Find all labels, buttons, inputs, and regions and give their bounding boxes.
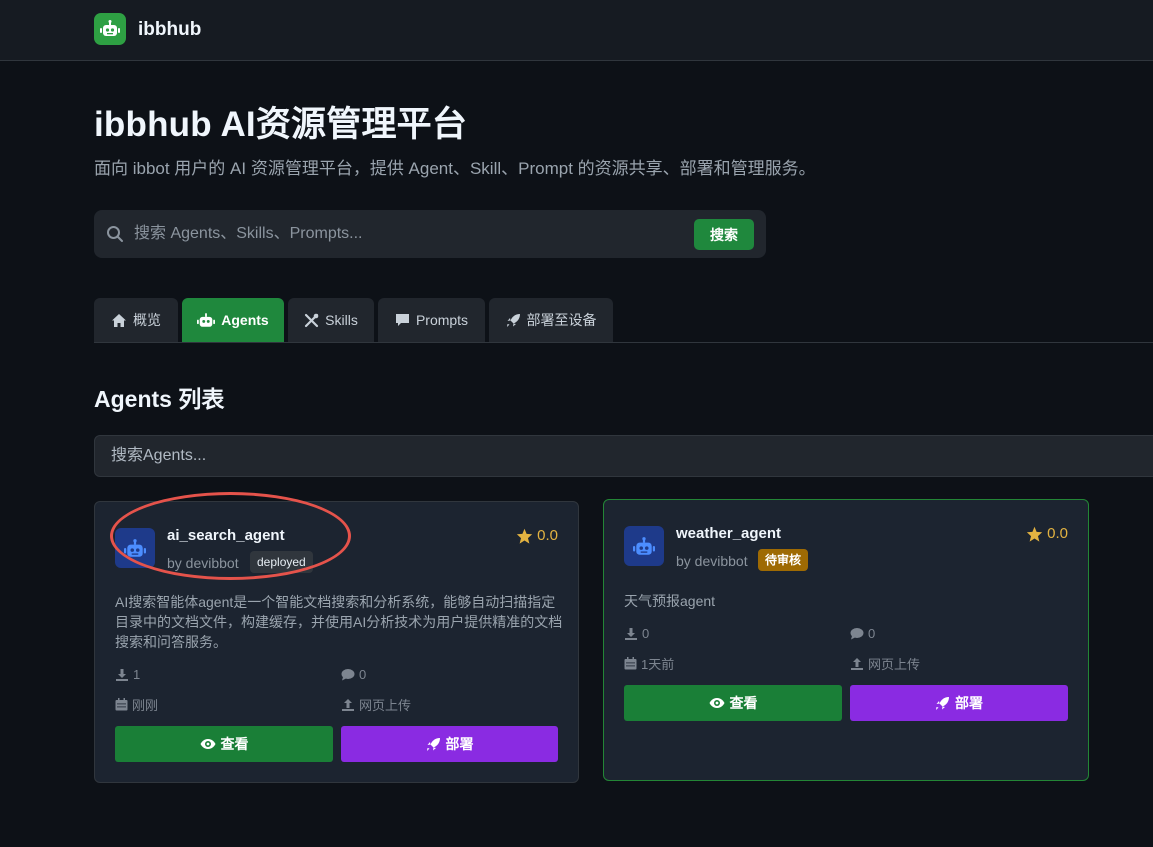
page-title: ibbhub AI资源管理平台 xyxy=(94,105,468,144)
agent-avatar-robot-icon xyxy=(624,526,664,566)
download-icon xyxy=(625,627,637,640)
tab-prompts[interactable]: Prompts xyxy=(378,298,485,342)
tab-overview[interactable]: 概览 xyxy=(94,298,178,342)
calendar-icon xyxy=(624,657,637,670)
brand-logo-robot-icon[interactable] xyxy=(94,13,126,45)
global-search-bar: 搜索 xyxy=(94,210,766,258)
agent-author: by devibbot xyxy=(676,553,748,569)
download-icon xyxy=(116,668,128,681)
tab-agents[interactable]: Agents xyxy=(182,298,284,342)
star-icon xyxy=(516,528,533,544)
tab-label: Skills xyxy=(325,312,358,328)
search-icon xyxy=(107,226,123,242)
agent-rating: 0.0 xyxy=(1026,525,1068,542)
time-text: 1天前 xyxy=(641,657,675,672)
tabs-divider xyxy=(94,342,1153,343)
source-stat: 网页上传 xyxy=(341,695,411,714)
agent-name[interactable]: ai_search_agent xyxy=(167,527,285,544)
view-button-label: 查看 xyxy=(220,736,249,752)
time-stat: 1天前 xyxy=(624,654,674,673)
view-button[interactable]: 查看 xyxy=(115,726,333,762)
tab-deploy-to-device[interactable]: 部署至设备 xyxy=(489,298,613,342)
tab-label: 概览 xyxy=(133,312,161,328)
rating-value: 0.0 xyxy=(1047,525,1068,542)
agent-card: weather_agent by devibbot 待审核 0.0 天气预报ag… xyxy=(603,499,1089,781)
deploy-button[interactable]: 部署 xyxy=(341,726,558,762)
comment-icon xyxy=(850,628,864,640)
agent-rating: 0.0 xyxy=(516,527,558,544)
tools-icon xyxy=(305,313,319,327)
global-search-input[interactable] xyxy=(134,218,674,250)
deploy-button[interactable]: 部署 xyxy=(850,685,1068,721)
robot-icon xyxy=(197,312,216,327)
section-title: Agents 列表 xyxy=(94,386,225,412)
agent-search-input[interactable] xyxy=(94,435,1153,477)
comments-count: 0 xyxy=(359,667,367,682)
calendar-icon xyxy=(115,698,128,711)
downloads-stat: 0 xyxy=(624,626,649,641)
agent-card: ai_search_agent by devibbot deployed 0.0… xyxy=(94,501,579,783)
comment-icon xyxy=(341,669,355,681)
star-icon xyxy=(1026,526,1043,542)
tab-label: Prompts xyxy=(415,312,469,328)
brand-name[interactable]: ibbhub xyxy=(138,19,201,41)
time-text: 刚刚 xyxy=(132,698,159,713)
deploy-button-label: 部署 xyxy=(955,695,983,711)
rocket-icon xyxy=(936,696,949,710)
tab-label: Agents xyxy=(221,312,269,328)
source-text: 网页上传 xyxy=(359,698,412,713)
agent-avatar-robot-icon xyxy=(115,528,155,568)
deploy-button-label: 部署 xyxy=(445,736,474,752)
agent-description: AI搜索智能体agent是一个智能文档搜索和分析系统，能够自动扫描指定目录中的文… xyxy=(115,594,563,650)
top-navbar: ibbhub xyxy=(0,0,1153,61)
upload-icon xyxy=(851,657,863,670)
tab-label: 部署至设备 xyxy=(526,312,597,328)
agent-description: 天气预报agent xyxy=(624,593,716,609)
downloads-stat: 1 xyxy=(115,667,140,682)
home-icon xyxy=(112,313,126,327)
comments-count: 0 xyxy=(868,626,876,641)
view-button-label: 查看 xyxy=(729,695,758,711)
rocket-icon xyxy=(426,737,440,751)
rocket-icon xyxy=(506,313,520,327)
eye-icon xyxy=(200,739,215,749)
time-stat: 刚刚 xyxy=(115,695,158,714)
status-badge: 待审核 xyxy=(758,549,809,571)
status-badge: deployed xyxy=(250,551,313,573)
downloads-count: 1 xyxy=(133,667,141,682)
comment-icon xyxy=(395,314,409,326)
tab-skills[interactable]: Skills xyxy=(288,298,374,342)
upload-icon xyxy=(342,698,354,711)
search-button[interactable]: 搜索 xyxy=(694,219,754,250)
comments-stat: 0 xyxy=(850,626,875,641)
agent-author: by devibbot xyxy=(167,555,239,571)
eye-icon xyxy=(709,698,724,708)
agent-name[interactable]: weather_agent xyxy=(676,525,781,542)
rating-value: 0.0 xyxy=(537,527,558,544)
comments-stat: 0 xyxy=(341,667,366,682)
source-text: 网页上传 xyxy=(868,657,921,672)
view-button[interactable]: 查看 xyxy=(624,685,842,721)
page-subtitle: 面向 ibbot 用户的 AI 资源管理平台，提供 Agent、Skill、Pr… xyxy=(94,159,816,178)
downloads-count: 0 xyxy=(642,626,650,641)
source-stat: 网页上传 xyxy=(850,654,920,673)
